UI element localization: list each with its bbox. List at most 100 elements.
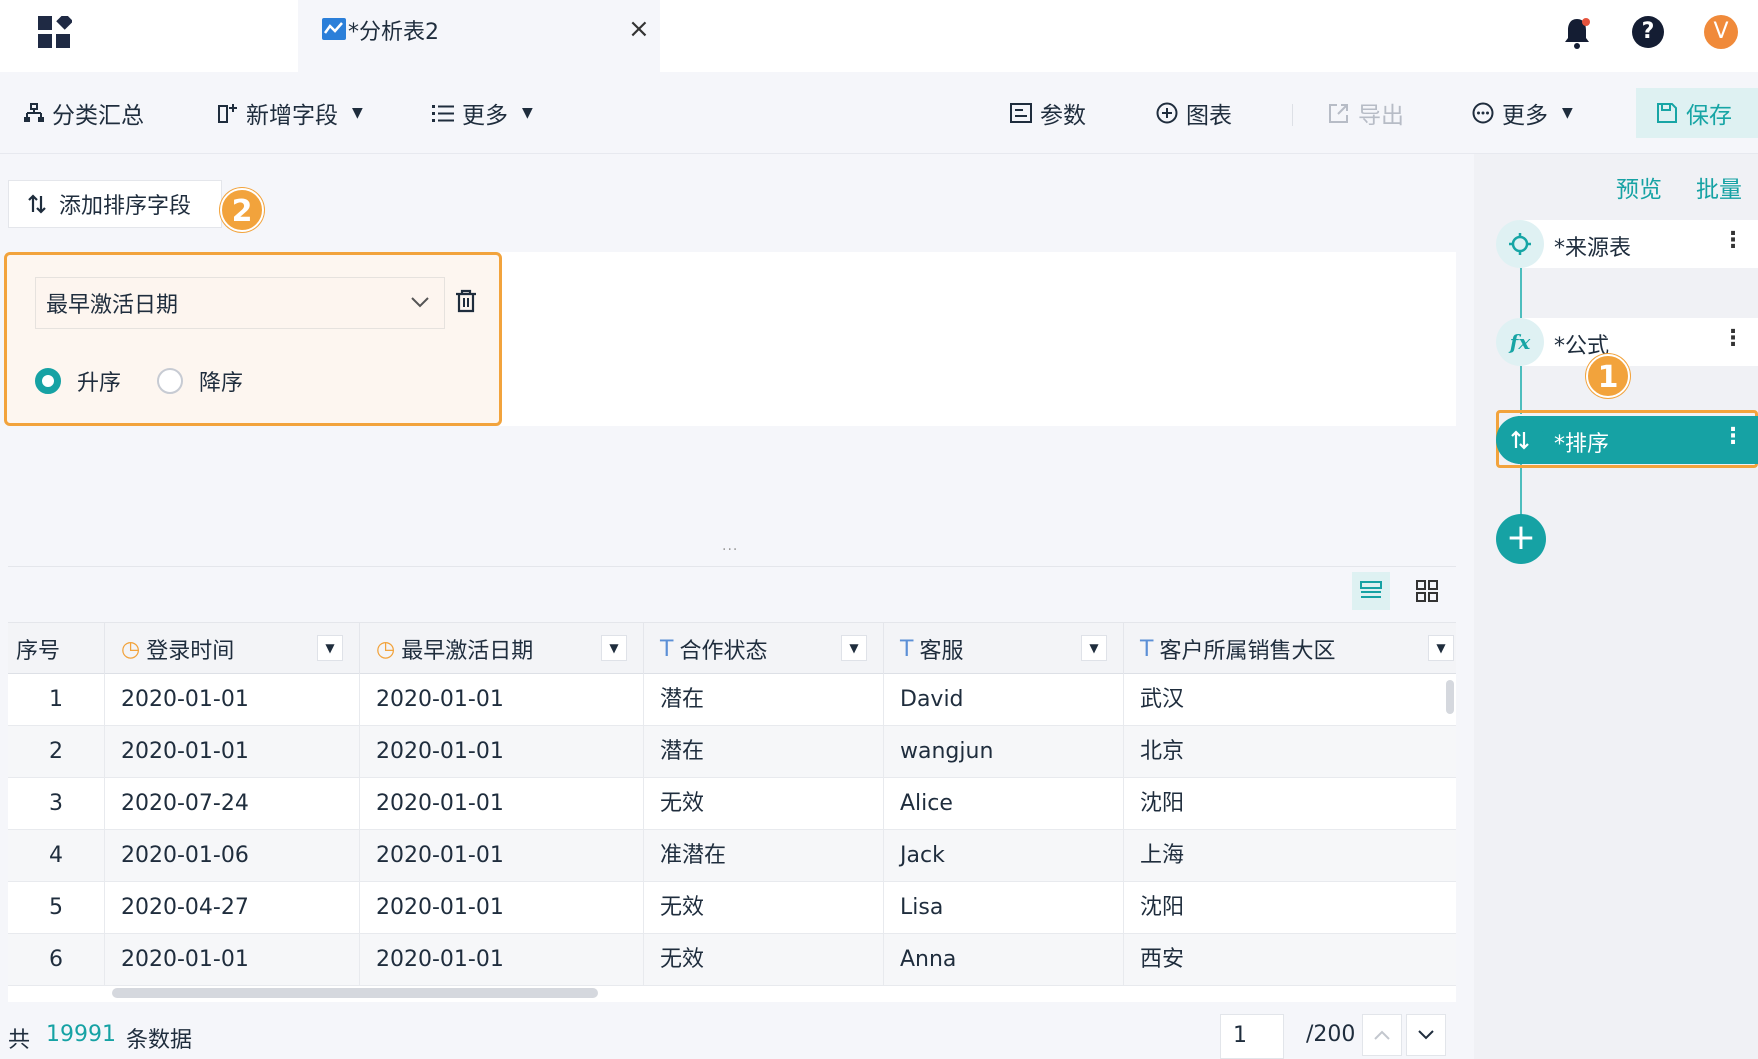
- table-row[interactable]: 6 2020-01-01 2020-01-01 无效 Anna 西安: [8, 934, 1456, 986]
- flow-connector: [1520, 464, 1522, 516]
- app-grid-icon[interactable]: [38, 16, 72, 50]
- flow-step-source[interactable]: *来源表 ⋮: [1496, 220, 1758, 268]
- flow-step-formula[interactable]: fx *公式 ⋮: [1496, 318, 1758, 366]
- table-cell: 上海: [1140, 843, 1185, 868]
- table-cell: 武汉: [1140, 687, 1185, 712]
- step-badge-1: 1: [1586, 354, 1630, 398]
- table-row[interactable]: 4 2020-01-06 2020-01-01 准潜在 Jack 上海: [8, 830, 1456, 882]
- add-sort-field-button[interactable]: 添加排序字段: [8, 180, 222, 228]
- column-header-cooperation-status[interactable]: T 合作状态 ▼: [644, 623, 884, 675]
- more-menu-left[interactable]: 更多 ▼: [432, 96, 533, 130]
- params-icon: [1010, 103, 1032, 123]
- column-header-sales-region[interactable]: T 客户所属销售大区 ▼: [1124, 623, 1456, 675]
- page-total: /200: [1306, 1022, 1356, 1047]
- kebab-menu-icon[interactable]: ⋮: [1722, 424, 1744, 449]
- step-label: *排序: [1554, 432, 1610, 457]
- batch-link[interactable]: 批量: [1696, 170, 1742, 204]
- table-cell: 沈阳: [1140, 791, 1185, 816]
- table-cell: 2020-04-27: [105, 882, 360, 934]
- table-row[interactable]: 2 2020-01-01 2020-01-01 潜在 wangjun 北京: [8, 726, 1456, 778]
- table-cell: 潜在: [644, 674, 884, 726]
- table-cell: 2020-01-01: [360, 830, 644, 882]
- toolbar: 分类汇总 新增字段 ▼ 更多 ▼ 参数 图表 导出 更多 ▼ 保存: [0, 72, 1758, 154]
- column-header-customer-service[interactable]: T 客服 ▼: [884, 623, 1124, 675]
- kebab-menu-icon[interactable]: ⋮: [1722, 228, 1744, 253]
- table-cell: 准潜在: [644, 830, 884, 882]
- table-cell: David: [884, 674, 1124, 726]
- params-button[interactable]: 参数: [1010, 96, 1086, 130]
- list-view-button[interactable]: [1352, 572, 1390, 610]
- notification-bell-icon[interactable]: [1562, 16, 1592, 50]
- save-button[interactable]: 保存: [1636, 88, 1758, 138]
- descending-radio[interactable]: 降序: [157, 365, 243, 397]
- flow-panel: [1474, 154, 1758, 1059]
- column-label: 序号: [16, 639, 61, 664]
- step-label: *来源表: [1554, 236, 1632, 261]
- kebab-menu-icon[interactable]: ⋮: [1722, 326, 1744, 351]
- page-up-button[interactable]: [1362, 1014, 1402, 1056]
- sort-panel-area: [500, 252, 1456, 426]
- add-field-button[interactable]: 新增字段 ▼: [216, 96, 363, 130]
- tab-analysis-sheet[interactable]: *分析表2 ×: [298, 0, 660, 72]
- sort-arrows-icon: [28, 194, 46, 214]
- table-cell: 2020-01-01: [105, 674, 360, 726]
- column-header-first-activation[interactable]: ◷ 最早激活日期 ▼: [360, 623, 644, 675]
- tab-close-button[interactable]: ×: [628, 14, 650, 44]
- preview-link[interactable]: 预览: [1616, 170, 1662, 204]
- crosshair-icon: [1496, 220, 1544, 268]
- save-icon: [1657, 103, 1677, 123]
- table-cell: 2: [8, 726, 105, 778]
- toolbar-divider: [1292, 104, 1293, 126]
- table-cell: 2020-01-01: [360, 674, 644, 726]
- more-menu-right[interactable]: 更多 ▼: [1472, 96, 1573, 130]
- table-row[interactable]: 3 2020-07-24 2020-01-01 无效 Alice 沈阳: [8, 778, 1456, 830]
- ascending-label: 升序: [77, 371, 122, 396]
- column-header-login-time[interactable]: ◷ 登录时间 ▼: [105, 623, 360, 675]
- total-prefix: 共: [8, 1028, 31, 1053]
- table-cell: wangjun: [884, 726, 1124, 778]
- resize-handle[interactable]: ...: [722, 538, 738, 554]
- add-field-icon: [218, 104, 237, 123]
- export-button[interactable]: 导出: [1328, 96, 1404, 130]
- column-dropdown-button[interactable]: ▼: [1428, 635, 1454, 661]
- column-label: 合作状态: [679, 639, 768, 664]
- grid-view-button[interactable]: [1408, 572, 1446, 610]
- vertical-scrollbar[interactable]: [1446, 680, 1454, 714]
- user-avatar[interactable]: V: [1704, 15, 1738, 49]
- column-label: 客户所属销售大区: [1159, 639, 1336, 664]
- group-summary-label: 分类汇总: [52, 103, 144, 129]
- list-view-icon: [1360, 581, 1382, 598]
- table-cell: 3: [8, 778, 105, 830]
- page-number-input[interactable]: 1: [1220, 1014, 1284, 1059]
- chevron-down-icon: [1418, 1030, 1434, 1040]
- table-cell: Anna: [884, 934, 1124, 986]
- chart-label: 图表: [1186, 103, 1232, 129]
- analysis-chart-icon: [322, 18, 346, 40]
- page-down-button[interactable]: [1406, 1014, 1446, 1056]
- horizontal-scrollbar[interactable]: [112, 988, 598, 998]
- table-cell: 无效: [644, 934, 884, 986]
- help-button[interactable]: ?: [1632, 16, 1664, 48]
- flow-step-sort[interactable]: *排序 ⋮: [1496, 416, 1758, 464]
- table-row[interactable]: 1 2020-01-01 2020-01-01 潜在 David 武汉: [8, 674, 1456, 726]
- table-cell: 2020-01-06: [105, 830, 360, 882]
- group-summary-button[interactable]: 分类汇总: [24, 96, 144, 130]
- ascending-radio[interactable]: 升序: [35, 365, 121, 397]
- more-right-label: 更多: [1502, 103, 1548, 129]
- column-dropdown-button[interactable]: ▼: [317, 635, 343, 661]
- text-type-icon: T: [660, 636, 674, 662]
- caret-down-icon: ▼: [352, 105, 363, 121]
- column-dropdown-button[interactable]: ▼: [841, 635, 867, 661]
- column-dropdown-button[interactable]: ▼: [1081, 635, 1107, 661]
- plus-circle-icon: [1156, 102, 1178, 124]
- descending-label: 降序: [199, 371, 244, 396]
- add-step-button[interactable]: +: [1496, 514, 1546, 564]
- delete-icon[interactable]: [455, 289, 477, 313]
- export-icon: [1329, 104, 1348, 123]
- chart-button[interactable]: 图表: [1156, 96, 1232, 130]
- caret-down-icon: ▼: [1562, 105, 1573, 121]
- column-dropdown-button[interactable]: ▼: [601, 635, 627, 661]
- table-row[interactable]: 5 2020-04-27 2020-01-01 无效 Lisa 沈阳: [8, 882, 1456, 934]
- table-cell: 沈阳: [1140, 895, 1185, 920]
- sort-field-select[interactable]: 最早激活日期: [35, 277, 445, 329]
